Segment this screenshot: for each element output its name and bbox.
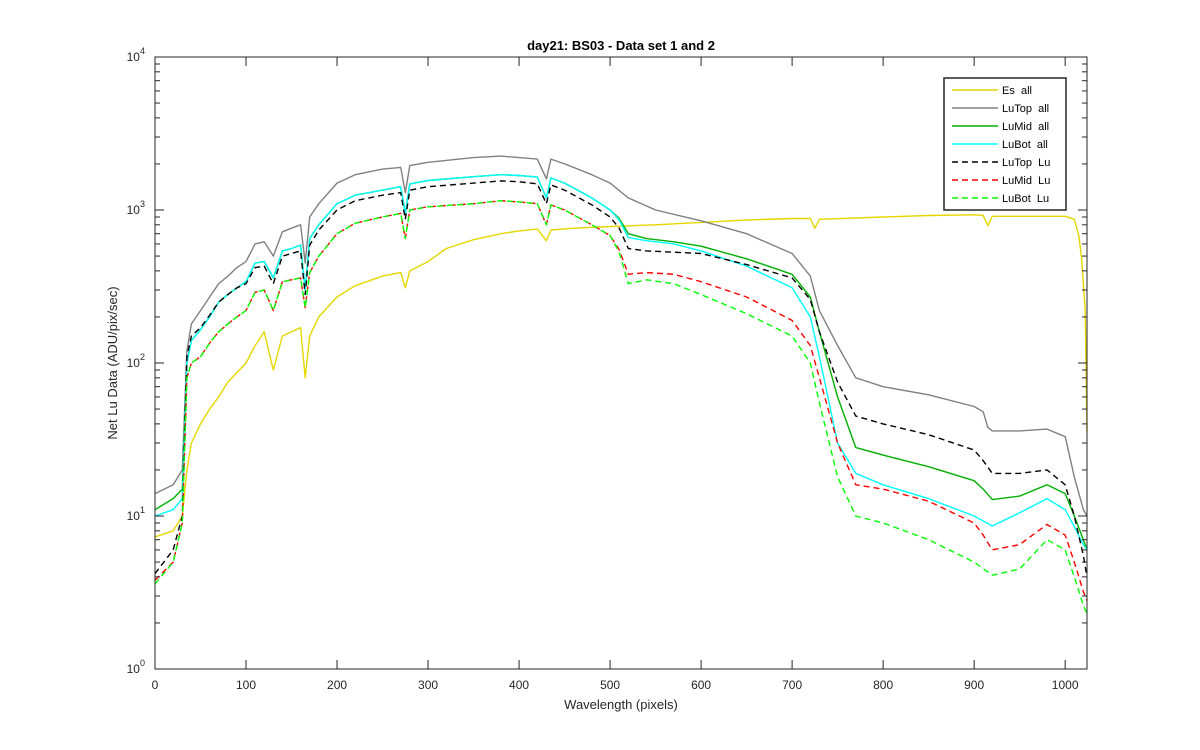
legend-label: LuBot all [1002,139,1048,151]
x-tick-label: 400 [509,678,529,692]
x-axis-label: Wavelength (pixels) [564,697,678,712]
legend: Es all LuTop all LuMid all LuBot all LuTop L… [943,77,1067,211]
figure: day21: BS03 - Data set 1 and 2 0 100 200 30… [0,0,1200,750]
y-axis-label: Net Lu Data (ADU/pix/sec) [105,286,120,439]
legend-label: LuMid Lu [1002,175,1050,187]
x-tick-label: 100 [236,678,256,692]
x-tick-label: 300 [418,678,438,692]
x-tick-label: 800 [873,678,893,692]
legend-label: LuMid all [1002,121,1049,133]
x-tick-label: 600 [691,678,711,692]
x-tick-label: 200 [327,678,347,692]
legend-label: LuTop all [1002,103,1049,115]
legend-label: LuBot Lu [1002,193,1049,205]
x-tick-label: 900 [964,678,984,692]
x-tick-label: 0 [152,678,159,692]
x-tick-label: 500 [600,678,620,692]
legend-label: Es all [1002,85,1032,97]
legend-label: LuTop Lu [1002,157,1050,169]
x-tick-label: 1000 [1052,678,1079,692]
x-tick-label: 700 [782,678,802,692]
chart-title: day21: BS03 - Data set 1 and 2 [527,38,715,53]
